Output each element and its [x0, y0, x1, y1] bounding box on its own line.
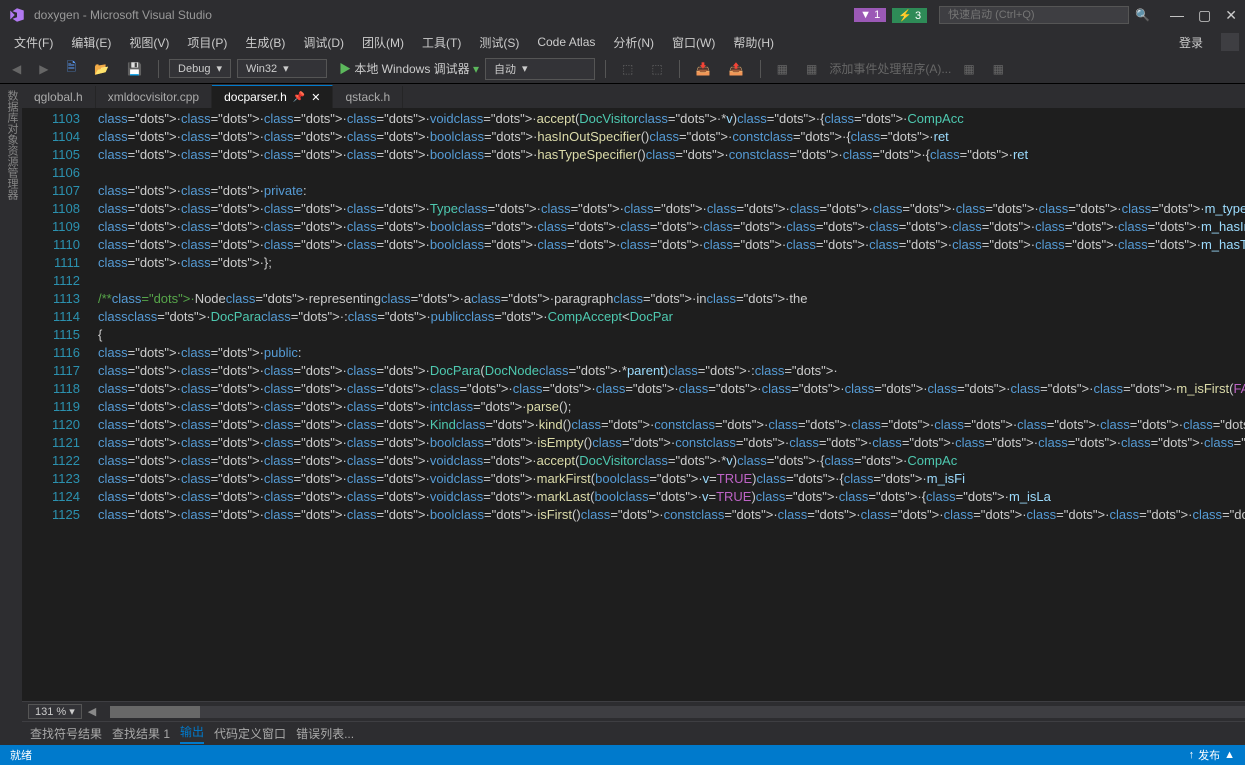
menu-code-atlas[interactable]: Code Atlas [529, 32, 603, 52]
run-button[interactable]: ▶ 本地 Windows 调试器 ▾ [339, 60, 479, 77]
menu-tools[interactable]: 工具(T) [414, 31, 469, 54]
window-title: doxygen - Microsoft Visual Studio [34, 8, 854, 22]
search-icon[interactable]: 🔍 [1135, 8, 1150, 22]
menu-view[interactable]: 视图(V) [121, 31, 177, 54]
minimize-button[interactable]: ― [1170, 7, 1184, 24]
platform-dropdown[interactable]: Win32 ▾ [237, 59, 327, 78]
config-dropdown[interactable]: Debug ▾ [169, 59, 231, 78]
tool-icon-6[interactable]: ▦ [800, 60, 823, 78]
target-dropdown[interactable]: 自动 ▾ [485, 58, 595, 80]
back-button[interactable]: ◀ [6, 60, 27, 78]
status-bar: 就绪 ↑ 发布 ▲ [0, 745, 1245, 765]
avatar[interactable] [1221, 33, 1239, 51]
output-tab[interactable]: 查找符号结果 [30, 725, 102, 742]
menu-bar: 文件(F) 编辑(E) 视图(V) 项目(P) 生成(B) 调试(D) 团队(M… [0, 30, 1245, 54]
menu-analyze[interactable]: 分析(N) [605, 31, 662, 54]
notification-flag-badge[interactable]: ▼ 1 [854, 8, 886, 22]
h-scrollbar[interactable] [110, 706, 1245, 718]
output-tab[interactable]: 查找结果 1 [112, 725, 170, 742]
menu-team[interactable]: 团队(M) [354, 31, 412, 54]
tool-icon-8[interactable]: ▦ [987, 60, 1010, 78]
editor-pane: qglobal.hxmldocvisitor.cppdocparser.h📌✕q… [22, 84, 1245, 745]
tool-icon-5[interactable]: ▦ [771, 60, 794, 78]
tool-icon-7[interactable]: ▦ [957, 60, 980, 78]
quick-launch-input[interactable] [939, 6, 1129, 24]
open-file-icon[interactable]: 📂 [88, 60, 115, 78]
tool-icon-1[interactable]: ⬚ [616, 60, 639, 78]
save-all-icon[interactable]: 💾 [121, 60, 148, 78]
tool-icon-3[interactable]: 📥 [690, 60, 717, 78]
toolbar: ◀ ▶ 🗎 📂 💾 Debug ▾ Win32 ▾ ▶ 本地 Windows 调… [0, 54, 1245, 84]
vs-icon [8, 6, 26, 24]
notification-bolt-badge[interactable]: ⚡ 3 [892, 8, 927, 23]
doc-tab[interactable]: docparser.h📌✕ [212, 85, 333, 108]
doc-tab[interactable]: xmldocvisitor.cpp [96, 86, 212, 108]
new-file-icon[interactable]: 🗎 [60, 56, 82, 81]
doc-tab[interactable]: qstack.h [333, 86, 403, 108]
menu-project[interactable]: 项目(P) [179, 31, 235, 54]
menu-file[interactable]: 文件(F) [6, 31, 61, 54]
menu-window[interactable]: 窗口(W) [664, 31, 723, 54]
menu-test[interactable]: 测试(S) [471, 31, 527, 54]
side-tool-tabs[interactable]: 数据库对象资源管理器 [0, 84, 22, 745]
output-tab[interactable]: 错误列表... [296, 725, 354, 742]
code-content[interactable]: class="dots">·class="dots">·class="dots"… [92, 108, 1245, 701]
output-tab-strip: 查找符号结果查找结果 1 输出代码定义窗口错误列表... [22, 721, 1245, 745]
publish-button[interactable]: ↑ 发布 ▲ [1189, 747, 1235, 763]
event-handler-hint: 添加事件处理程序(A)... [829, 60, 951, 77]
scroll-left-icon[interactable]: ◀ [88, 705, 96, 718]
close-button[interactable]: ✕ [1225, 7, 1237, 24]
output-tab[interactable]: 代码定义窗口 [214, 725, 286, 742]
tool-icon-2[interactable]: ⬚ [645, 60, 668, 78]
line-gutter: 1103110411051106110711081109111011111112… [22, 108, 92, 701]
menu-edit[interactable]: 编辑(E) [63, 31, 119, 54]
menu-build[interactable]: 生成(B) [237, 31, 293, 54]
zoom-dropdown[interactable]: 131 % ▾ [28, 704, 82, 719]
title-bar: doxygen - Microsoft Visual Studio ▼ 1 ⚡ … [0, 0, 1245, 30]
status-ready: 就绪 [10, 747, 1189, 763]
menu-debug[interactable]: 调试(D) [295, 31, 352, 54]
doc-tab[interactable]: qglobal.h [22, 86, 96, 108]
tool-icon-4[interactable]: 📤 [723, 60, 750, 78]
menu-help[interactable]: 帮助(H) [725, 31, 782, 54]
login-link[interactable]: 登录 [1169, 31, 1213, 54]
maximize-button[interactable]: ▢ [1198, 7, 1211, 24]
forward-button[interactable]: ▶ [33, 60, 54, 78]
output-tab[interactable]: 输出 [180, 723, 204, 744]
